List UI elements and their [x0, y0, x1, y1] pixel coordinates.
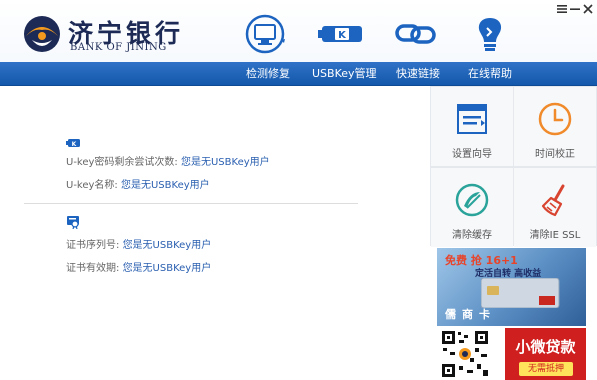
cert-validity-row: 证书有效期: 您是无USBKey用户: [66, 259, 211, 274]
ukey-retries-value: 您是无USBKey用户: [180, 157, 270, 168]
bank-logo: 济宁银行 BANK OF JINING: [22, 12, 207, 56]
ukey-retries-label: U-key密码剩余尝试次数:: [66, 157, 181, 168]
ukey-name-label: U-key名称:: [66, 180, 121, 191]
main-nav: 检测修复 USBKey管理 快速链接 在线帮助: [0, 62, 597, 86]
tool-clear-cache-label: 清除缓存: [452, 230, 492, 241]
tool-time-correction-label: 时间校正: [535, 149, 575, 160]
cert-validity-value: 您是无USBKey用户: [122, 263, 212, 274]
nav-detect-repair[interactable]: 检测修复: [246, 62, 290, 86]
usbkey-small-icon-letter: K: [72, 141, 77, 148]
ukey-retries-row: U-key密码剩余尝试次数: 您是无USBKey用户: [66, 153, 270, 168]
ukey-name-row: U-key名称: 您是无USBKey用户: [66, 176, 210, 191]
promo-card-name: 儒商卡: [445, 308, 496, 321]
clock-icon: [538, 102, 572, 136]
setup-wizard-icon: [457, 104, 487, 134]
tool-setup-wizard[interactable]: 设置向导: [431, 87, 513, 166]
certificate-icon: [67, 216, 79, 229]
broom-icon: [541, 184, 565, 217]
bank-logo-mark-icon: [24, 16, 60, 52]
ukey-name-value: 您是无USBKey用户: [120, 180, 210, 191]
close-icon[interactable]: [582, 4, 594, 16]
clear-cache-icon: [455, 183, 489, 217]
app-header: 济宁银行 BANK OF JINING K: [0, 0, 597, 62]
hamburger-menu-icon[interactable]: [556, 4, 568, 16]
monitor-repair-icon[interactable]: [244, 14, 288, 54]
cert-validity-label: 证书有效期:: [66, 263, 123, 274]
link-icon[interactable]: [394, 14, 438, 54]
bank-name-en: BANK OF JINING: [70, 42, 167, 53]
tool-setup-wizard-label: 设置向导: [452, 149, 492, 160]
usbkey-icon[interactable]: K: [316, 14, 368, 54]
nav-quick-links[interactable]: 快速链接: [396, 62, 440, 86]
tool-clear-ie-ssl[interactable]: 清除IE SSL: [514, 168, 596, 247]
nav-usbkey-manage[interactable]: USBKey管理: [312, 62, 377, 86]
tool-time-correction[interactable]: 时间校正: [514, 87, 596, 166]
qr-code-icon: [437, 328, 503, 380]
nav-online-help[interactable]: 在线帮助: [468, 62, 512, 86]
promo-banner[interactable]: 免费 抢 16+1 定活自转 高收益 儒商卡: [437, 248, 586, 326]
tool-clear-cache[interactable]: 清除缓存: [431, 168, 513, 247]
bank-card-image: [481, 278, 560, 308]
tool-clear-ie-ssl-label: 清除IE SSL: [529, 230, 581, 241]
minimize-icon[interactable]: [569, 4, 581, 16]
usbkey-small-icon: K: [66, 139, 80, 148]
usbkey-icon-letter: K: [338, 30, 347, 41]
loan-subtitle: 无需抵押: [519, 362, 573, 376]
section-divider: [24, 203, 358, 204]
lightbulb-help-icon[interactable]: [468, 14, 512, 54]
micro-loan-banner[interactable]: 小微贷款 无需抵押: [505, 328, 586, 380]
cert-serial-label: 证书序列号:: [66, 240, 123, 251]
tool-panel: 设置向导 时间校正 清除缓存 清除IE SSL: [430, 86, 597, 247]
loan-title: 小微贷款: [515, 338, 576, 356]
cert-serial-row: 证书序列号: 您是无USBKey用户: [66, 236, 211, 251]
cert-serial-value: 您是无USBKey用户: [122, 240, 212, 251]
